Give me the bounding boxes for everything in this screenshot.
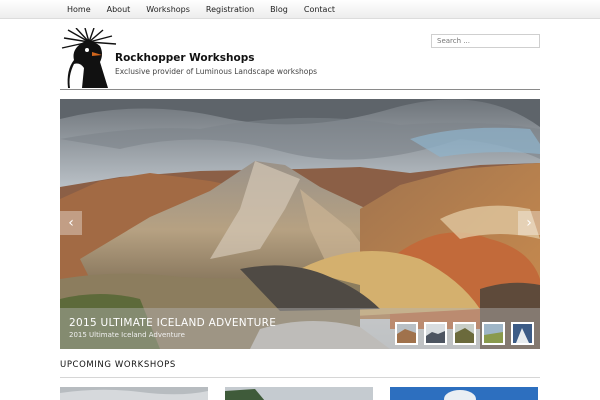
slider-prev-button[interactable]: ‹ (60, 211, 82, 235)
hero-slider[interactable]: ‹ › 2015 ULTIMATE ICELAND ADVENTURE 2015… (60, 99, 540, 349)
workshop-thumbnail (60, 387, 208, 400)
workshop-card[interactable] (225, 386, 373, 400)
workshop-thumbnail (225, 387, 373, 400)
workshop-thumbnail (390, 387, 538, 400)
slider-thumbnails (395, 322, 534, 345)
chevron-right-icon: › (526, 215, 532, 231)
upcoming-divider (60, 377, 540, 378)
nav-item-home[interactable]: Home (60, 0, 99, 19)
site-title[interactable]: Rockhopper Workshops (115, 52, 254, 64)
chevron-left-icon: ‹ (68, 215, 74, 231)
nav-item-registration[interactable]: Registration (198, 0, 262, 19)
slider-next-button[interactable]: › (518, 211, 540, 235)
rockhopper-penguin-logo-icon[interactable] (60, 27, 118, 90)
site-tagline: Exclusive provider of Luminous Landscape… (115, 67, 317, 76)
slide-thumbnail[interactable] (482, 322, 505, 345)
workshop-card[interactable] (390, 386, 538, 400)
slide-thumbnail[interactable] (424, 322, 447, 345)
search-input[interactable] (431, 34, 540, 48)
slide-thumbnail[interactable] (395, 322, 418, 345)
slide-thumbnail[interactable] (511, 322, 534, 345)
slide-caption-subtitle: 2015 Ultimate Iceland Adventure (69, 331, 185, 339)
upcoming-workshops-heading: UPCOMING WORKSHOPS (60, 360, 176, 370)
nav-item-workshops[interactable]: Workshops (138, 0, 198, 19)
top-navigation: Home About Workshops Registration Blog C… (0, 0, 600, 19)
nav-item-contact[interactable]: Contact (296, 0, 343, 19)
nav-item-about[interactable]: About (99, 0, 139, 19)
slide-thumbnail[interactable] (453, 322, 476, 345)
workshop-card[interactable] (60, 386, 208, 400)
slide-caption-title[interactable]: 2015 ULTIMATE ICELAND ADVENTURE (69, 317, 276, 329)
nav-item-blog[interactable]: Blog (262, 0, 296, 19)
header-divider (60, 89, 540, 90)
